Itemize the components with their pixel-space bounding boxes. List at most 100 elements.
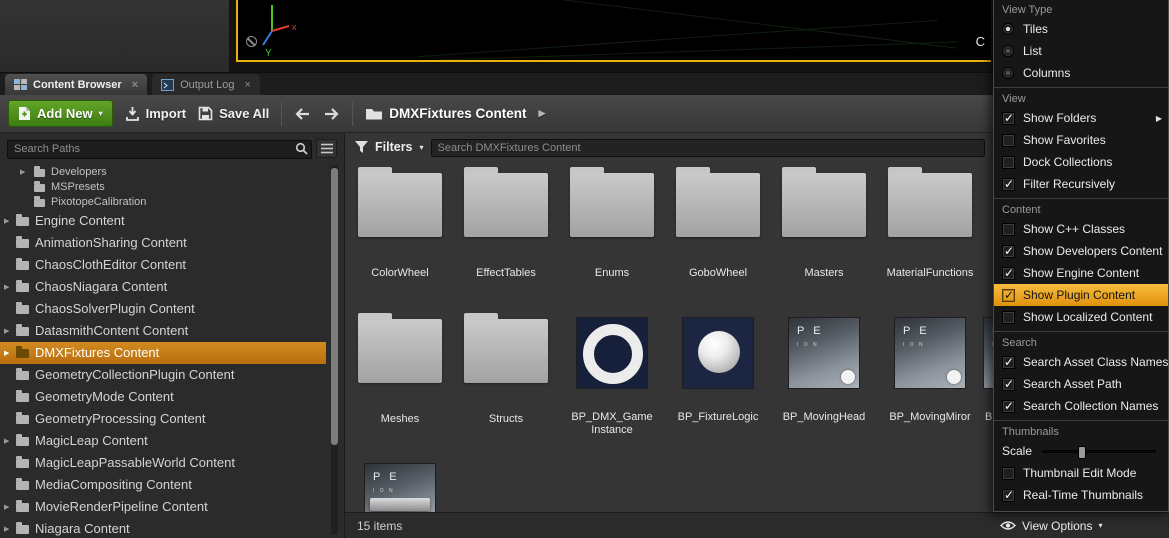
sidebar-item-chaosniagara[interactable]: ▶ ChaosNiagara Content [0,276,326,298]
forward-button[interactable] [323,107,340,121]
menu-item-columns[interactable]: Columns [994,62,1168,84]
thumbnail-badge [841,370,855,384]
menu-item-label: Search Asset Class Names [1023,355,1168,369]
menu-item-filter-recursively[interactable]: Filter Recursively [994,173,1168,195]
asset-search-input[interactable] [431,139,985,157]
menu-item-label: List [1023,44,1042,58]
sidebar-item-magicleappassableworld[interactable]: MagicLeapPassableWorld Content [0,452,326,474]
checkbox-icon [1002,311,1015,324]
menu-item-show-engine-content[interactable]: Show Engine Content [994,262,1168,284]
tile-label: Enums [595,267,629,280]
sidebar-item-mediacompositing[interactable]: MediaCompositing Content [0,474,326,496]
level-viewport[interactable]: x Y C [230,0,993,72]
expander-icon[interactable]: ▶ [4,437,9,445]
asset-tile-clipped[interactable]: P E I O N B [983,313,993,459]
menu-section-header: Thumbnails [994,420,1168,440]
chevron-down-icon[interactable]: ▾ [420,143,424,152]
viewport-canvas[interactable]: x Y C [236,0,991,62]
menu-item-show-plugin-content[interactable]: Show Plugin Content [994,284,1168,306]
sidebar-item-pixotopecalibration[interactable]: PixotopeCalibration [0,195,326,210]
asset-tile-bp-fixturelogic[interactable]: BP_FixtureLogic [665,313,771,459]
add-new-button[interactable]: Add New ▾ [8,100,113,127]
sidebar-item-label: MagicLeap Content [35,433,148,448]
sidebar-item-label: DatasmithContent Content [35,323,188,338]
back-icon [294,107,311,121]
tile-label: MaterialFunctions [887,267,974,280]
menu-item-thumbnail-edit-mode[interactable]: Thumbnail Edit Mode [994,462,1168,484]
menu-item-real-time-thumbnails[interactable]: Real-Time Thumbnails [994,484,1168,506]
import-button[interactable]: Import [125,106,186,121]
folder-icon [16,371,29,380]
menu-item-search-asset-class-names[interactable]: Search Asset Class Names [994,351,1168,373]
view-options-button[interactable]: View Options ▾ [1000,519,1103,533]
menu-item-list[interactable]: List [994,40,1168,62]
asset-tile-bp-dmx-gameinstance[interactable]: BP_DMX_Game Instance [559,313,665,459]
scale-slider-handle[interactable] [1078,446,1086,459]
scale-slider[interactable] [1042,450,1156,453]
sidebar-item-chaossolverplugin[interactable]: ChaosSolverPlugin Content [0,298,326,320]
menu-item-tiles[interactable]: Tiles [994,18,1168,40]
sidebar-item-geometrymode[interactable]: GeometryMode Content [0,386,326,408]
sources-view-toggle-button[interactable] [316,139,337,158]
close-tab-icon[interactable]: × [245,79,251,91]
expander-icon[interactable]: ▶ [4,503,9,511]
filter-icon [355,141,368,153]
sidebar-item-geometryprocessing[interactable]: GeometryProcessing Content [0,408,326,430]
menu-item-show-localized-content[interactable]: Show Localized Content [994,306,1168,328]
folder-tile-colorwheel[interactable]: ColorWheel [347,167,453,313]
sidebar-item-geometrycollectionplugin[interactable]: GeometryCollectionPlugin Content [0,364,326,386]
sidebar-item-magicleap[interactable]: ▶ MagicLeap Content [0,430,326,452]
save-all-button[interactable]: Save All [198,106,269,121]
asset-tile-bp-movingmiror[interactable]: P E I O N BP_MovingMiror [877,313,983,459]
sidebar-item-chaosclotheditor[interactable]: ChaosClothEditor Content [0,254,326,276]
close-tab-icon[interactable]: × [132,79,138,91]
back-button[interactable] [294,107,311,121]
tile-label: BP_DMX_Game Instance [562,411,662,437]
menu-item-search-asset-path[interactable]: Search Asset Path [994,373,1168,395]
tab-content-browser[interactable]: Content Browser × [5,74,147,95]
expander-icon[interactable]: ▶ [4,327,9,335]
sidebar-item-datasmithcontent[interactable]: ▶ DatasmithContent Content [0,320,326,342]
search-paths-input[interactable] [7,140,312,159]
folder-tile-masters[interactable]: Masters [771,167,877,313]
filters-button[interactable]: Filters [375,140,413,154]
asset-search-field[interactable] [431,138,985,157]
expander-icon[interactable]: ▶ [4,349,9,357]
folder-tile-enums[interactable]: Enums [559,167,665,313]
folder-tile-gobowheel[interactable]: GoboWheel [665,167,771,313]
folder-tile-meshes[interactable]: Meshes [347,313,453,459]
sidebar-item-niagara[interactable]: ▶ Niagara Content [0,518,326,538]
search-paths-field[interactable] [7,139,312,159]
menu-item-show-folders[interactable]: Show Folders ▶ [994,107,1168,129]
menu-item-show-favorites[interactable]: Show Favorites [994,129,1168,151]
folder-tile-structs[interactable]: Structs [453,313,559,459]
folder-icon [16,349,29,358]
content-browser-toolbar: Add New ▾ Import Save All [0,95,993,133]
expander-icon[interactable]: ▶ [4,283,9,291]
tab-output-log[interactable]: Output Log × [152,74,260,95]
folder-tile-effecttables[interactable]: EffectTables [453,167,559,313]
expander-icon[interactable]: ▶ [4,217,9,225]
menu-item-show-developers-content[interactable]: Show Developers Content [994,240,1168,262]
menu-section-header: Search [994,331,1168,351]
folder-tile-materialfunctions[interactable]: MaterialFunctions [877,167,983,313]
sidebar-item-mspresets[interactable]: MSPresets [0,180,326,195]
sidebar-item-engine-content[interactable]: ▶ Engine Content [0,210,326,232]
menu-item-show-cpp-classes[interactable]: Show C++ Classes [994,218,1168,240]
checkbox-checked-icon [1002,489,1015,502]
menu-item-dock-collections[interactable]: Dock Collections [994,151,1168,173]
asset-tile-bp-movinghead[interactable]: P E I O N BP_MovingHead [771,313,877,459]
sidebar-item-animationsharing[interactable]: AnimationSharing Content [0,232,326,254]
breadcrumb[interactable]: DMXFixtures Content ▶ [365,106,545,121]
sidebar-scrollbar-thumb[interactable] [331,168,338,445]
expander-icon[interactable]: ▶ [4,525,9,533]
sidebar-item-dmxfixtures-selected[interactable]: ▶ DMXFixtures Content [0,342,326,364]
expander-icon[interactable]: ▶ [20,168,25,176]
sidebar-item-movierenderpipeline[interactable]: ▶ MovieRenderPipeline Content [0,496,326,518]
menu-item-search-collection-names[interactable]: Search Collection Names [994,395,1168,417]
thumbnail-badge [947,370,961,384]
breadcrumb-caret-icon[interactable]: ▶ [538,108,545,119]
status-bar: 15 items View Options ▾ [345,512,1169,538]
sidebar-item-developers[interactable]: ▶ Developers [0,165,326,180]
asset-tile-partial[interactable]: P E I O N [347,459,453,512]
